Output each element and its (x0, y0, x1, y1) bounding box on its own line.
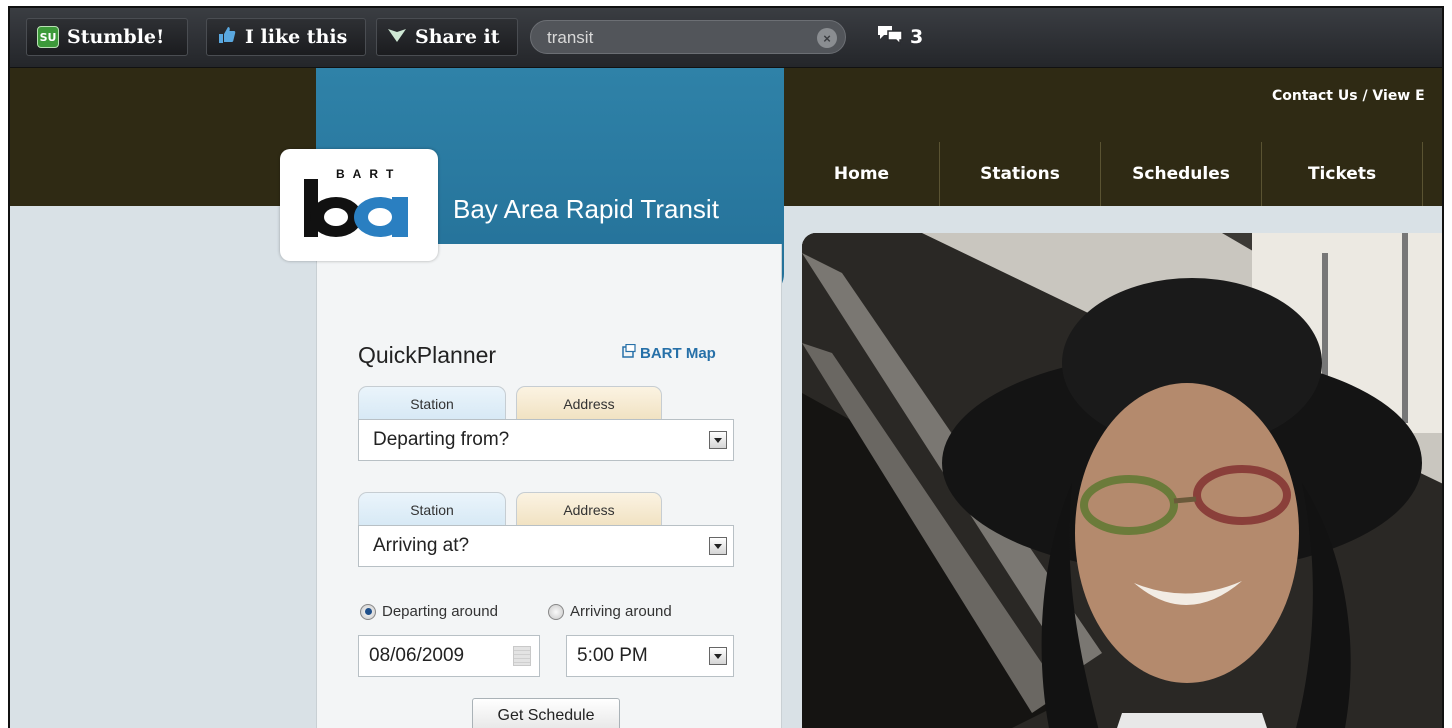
like-label: I like this (245, 26, 348, 48)
arriving-select-value: Arriving at? (373, 535, 470, 556)
share-label: Share it (415, 26, 500, 48)
time-value: 5:00 PM (577, 645, 648, 666)
search-input[interactable] (547, 27, 797, 49)
get-schedule-button[interactable]: Get Schedule (472, 698, 620, 728)
nav-stations[interactable]: Stations (940, 142, 1101, 206)
bart-map-label: BART Map (640, 344, 716, 362)
departing-select-value: Departing from? (373, 429, 510, 450)
comments-indicator[interactable]: 3 (876, 22, 923, 52)
hero-photo (802, 233, 1442, 728)
from-tab-station[interactable]: Station (358, 386, 506, 420)
bart-logo[interactable]: BART (280, 149, 438, 261)
stumbleupon-icon: SU (37, 26, 59, 48)
share-icon (387, 26, 407, 49)
radio-departing-label: Departing around (382, 603, 498, 620)
search-field[interactable]: × (530, 20, 846, 54)
date-input[interactable]: 08/06/2009 (358, 635, 540, 677)
share-button[interactable]: Share it (376, 18, 518, 56)
bart-map-link[interactable]: BART Map (622, 343, 716, 362)
chevron-down-icon[interactable] (709, 431, 727, 449)
thumbs-up-icon (217, 25, 237, 50)
speech-bubbles-icon (876, 24, 904, 51)
main-navigation: Home Stations Schedules Tickets (784, 142, 1423, 206)
radio-departing[interactable] (360, 603, 376, 620)
site-title: Bay Area Rapid Transit (453, 194, 719, 224)
from-tab-address[interactable]: Address (516, 386, 662, 420)
to-tab-address[interactable]: Address (516, 492, 662, 526)
nav-home[interactable]: Home (784, 142, 940, 206)
nav-tickets[interactable]: Tickets (1262, 142, 1423, 206)
chevron-down-icon[interactable] (709, 537, 727, 555)
chevron-down-icon[interactable] (709, 647, 727, 665)
date-value: 08/06/2009 (369, 645, 465, 666)
calendar-icon[interactable] (513, 646, 531, 666)
stumbleupon-toolbar: SU Stumble! I like this Share it × 3 (10, 8, 1442, 68)
popup-window-icon (622, 343, 636, 362)
comments-count: 3 (910, 26, 924, 48)
nav-schedules[interactable]: Schedules (1101, 142, 1262, 206)
departing-station-select[interactable]: Departing from? (358, 419, 734, 461)
like-button[interactable]: I like this (206, 18, 366, 56)
to-tab-station[interactable]: Station (358, 492, 506, 526)
stumble-label: Stumble! (67, 26, 165, 48)
time-select[interactable]: 5:00 PM (566, 635, 734, 677)
arriving-around-option[interactable]: Arriving around (548, 603, 672, 620)
browser-frame: SU Stumble! I like this Share it × 3 (8, 6, 1444, 728)
radio-arriving-label: Arriving around (570, 603, 672, 620)
clear-search-icon[interactable]: × (817, 28, 837, 48)
departing-around-option[interactable]: Departing around (360, 603, 498, 620)
contact-us-link[interactable]: Contact Us / View E (1272, 88, 1442, 104)
radio-arriving[interactable] (548, 603, 564, 620)
stumble-button[interactable]: SU Stumble! (26, 18, 188, 56)
quickplanner-title: QuickPlanner (358, 342, 497, 368)
arriving-station-select[interactable]: Arriving at? (358, 525, 734, 567)
